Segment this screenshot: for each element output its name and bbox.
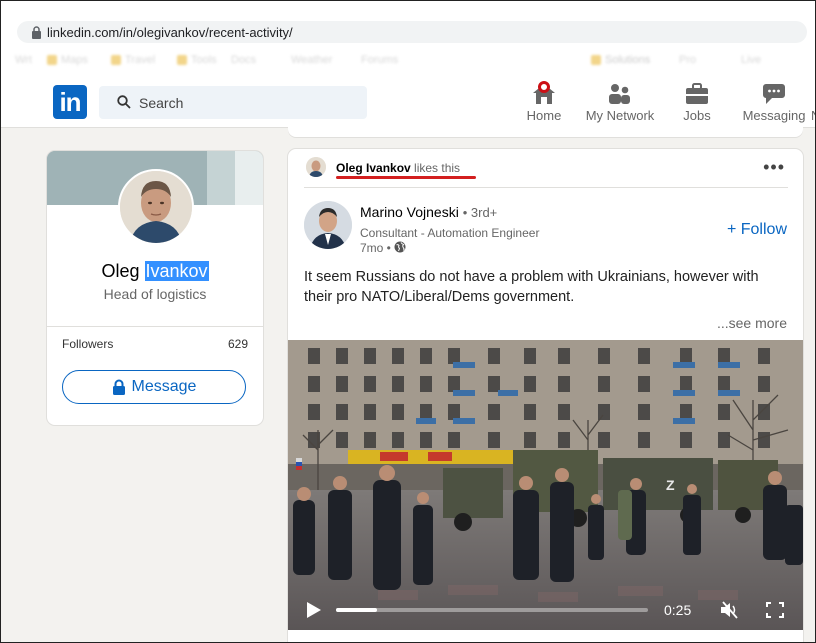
followers-count: 629 [227,337,248,351]
video-progress-fill [336,608,377,612]
author-name-line[interactable]: Marino Vojneski • 3rd+ [360,204,497,220]
author-avatar[interactable] [304,201,352,249]
browser-toolbar: linkedin.com/in/olegivankov/recent-activ… [1,1,815,45]
bookmark[interactable]: Pro [679,54,696,66]
nav-item-jobs[interactable]: Jobs [677,79,717,123]
post-meta: 7mo • [360,241,406,255]
bookmark[interactable]: Tools [177,54,217,66]
search-input[interactable]: Search [99,86,367,119]
fullscreen-icon[interactable] [766,602,784,618]
profile-card: Oleg Ivankov Head of logistics Followers… [47,151,263,425]
search-icon [117,95,131,109]
divider [304,187,788,188]
bookmark[interactable]: Maps [47,54,88,66]
highlight-underline [336,176,476,179]
bookmarks-bar: Wrt Maps Travel Tools Docs Weather Forum… [1,45,815,75]
likes-text: likes this [414,161,461,175]
lock-icon [112,379,125,395]
author-headline: Consultant - Automation Engineer [360,226,540,240]
previous-post-card [288,127,803,137]
liker-name[interactable]: Oleg Ivankov [336,161,411,175]
linkedin-navbar: in Search Home My Network Jobs Messaging [1,75,815,128]
video-controls: 0:25 [288,590,803,630]
bookmark[interactable]: Weather [291,54,332,66]
video-progress-track[interactable] [336,608,648,612]
message-label: Message [131,378,197,395]
bookmark[interactable]: Solutions [591,54,650,66]
follow-button[interactable]: + Follow [727,221,787,239]
play-icon[interactable] [306,601,322,619]
linkedin-logo[interactable]: in [53,85,87,119]
nav-item-messaging[interactable]: Messaging [741,79,807,123]
browser-window: linkedin.com/in/olegivankov/recent-activ… [0,0,816,643]
message-button[interactable]: Message [62,370,246,404]
liker-line[interactable]: Oleg Ivankov likes this [336,161,460,175]
lock-icon [32,26,41,39]
messaging-icon [763,84,785,104]
network-icon [609,84,630,104]
globe-icon [394,241,406,253]
video-player[interactable]: Z 0:25 [288,340,803,630]
divider [47,326,263,327]
jobs-icon [686,83,708,104]
search-placeholder: Search [139,95,184,111]
bookmark[interactable]: Live [741,54,761,66]
nav-label: Messaging [742,108,806,123]
bookmark[interactable]: Travel [111,54,155,66]
connection-degree: • 3rd+ [462,205,498,220]
bookmark[interactable]: Forums [361,54,398,66]
see-more-link[interactable]: ...see more [717,315,787,331]
mute-icon[interactable] [720,601,740,619]
post-text: It seem Russians do not have a problem w… [304,269,759,305]
nav-item-home[interactable]: Home [523,79,565,123]
post-age: 7mo • [360,241,391,255]
bookmark[interactable]: Wrt [15,54,32,66]
profile-headline: Head of logistics [103,286,207,302]
nav-label: N [811,108,815,123]
author-name[interactable]: Marino Vojneski [360,204,459,220]
nav-item-notifications[interactable]: N [811,79,815,123]
liker-avatar[interactable] [306,157,326,177]
activity-post-card: Oleg Ivankov likes this ••• Marino Vojne… [288,149,803,642]
nav-label: Home [526,108,562,123]
followers-label: Followers [62,337,114,351]
bookmark[interactable]: Docs [231,54,256,66]
more-options-icon[interactable]: ••• [763,157,785,178]
address-text[interactable]: linkedin.com/in/olegivankov/recent-activ… [47,25,293,40]
nav-item-my-network[interactable]: My Network [583,79,657,123]
nav-label: My Network [585,108,655,123]
video-time: 0:25 [664,602,692,618]
profile-name: Oleg Ivankov [101,261,209,281]
notification-badge [538,81,550,93]
video-frame: Z [288,340,803,630]
nav-label: Jobs [683,108,711,123]
svg-text:Z: Z [666,477,675,493]
profile-avatar[interactable] [118,169,194,245]
